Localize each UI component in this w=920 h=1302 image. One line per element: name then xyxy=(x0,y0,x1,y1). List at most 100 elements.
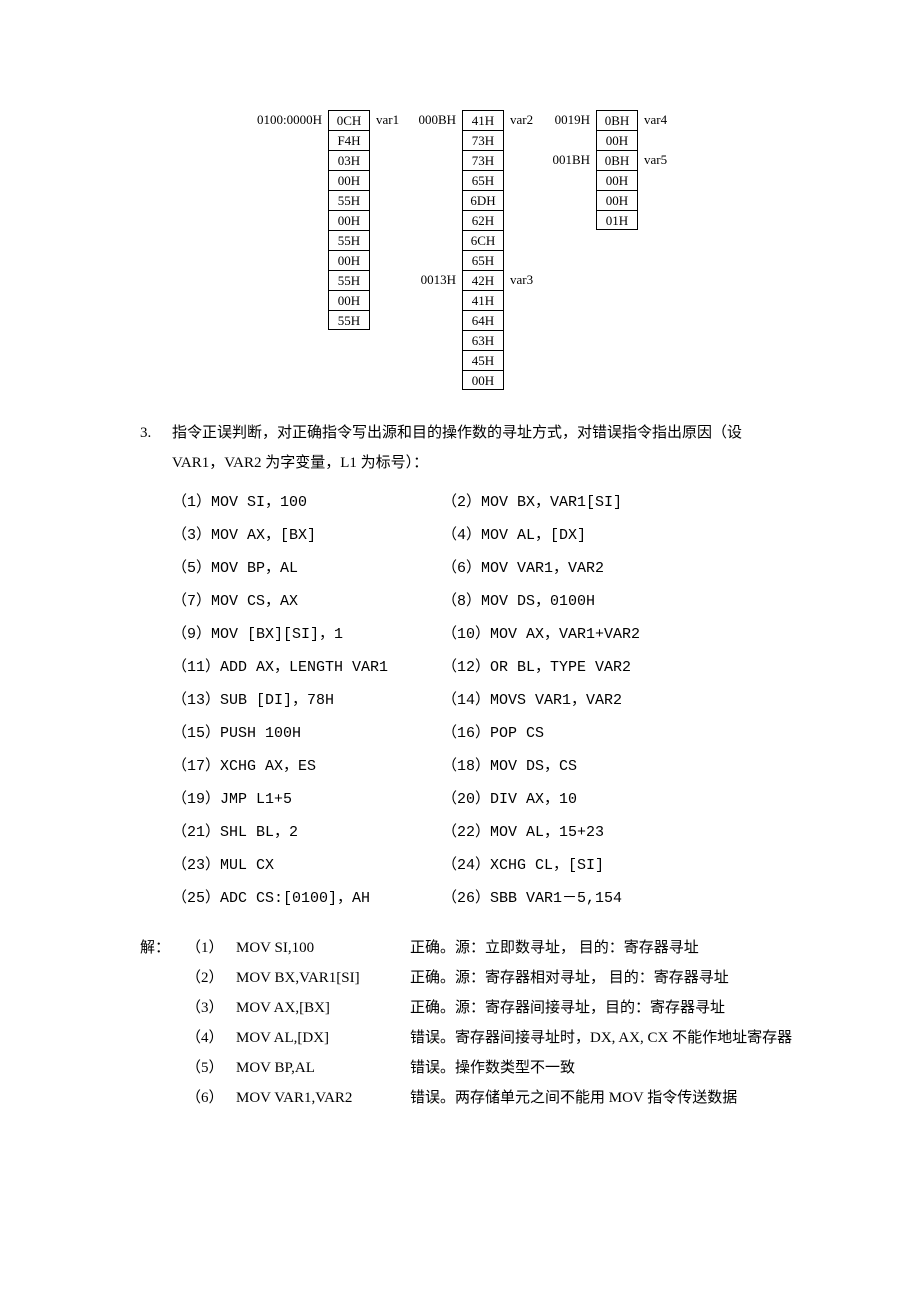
question-row: （13）SUB [DI]，78H（14）MOVS VAR1，VAR2 xyxy=(172,684,820,717)
question-item-left: （25）ADC CS:[0100]，AH xyxy=(172,882,442,915)
answer-description: 正确。源：寄存器间接寻址，目的：寄存器寻址 xyxy=(410,993,820,1023)
mem-cell: 41H xyxy=(462,110,504,130)
question-number: 3. xyxy=(140,418,172,478)
question-items: （1）MOV SI，100（2）MOV BX，VAR1[SI]（3）MOV AX… xyxy=(172,486,820,915)
answer-number: （2） xyxy=(186,963,236,993)
question-item-right: （16）POP CS xyxy=(442,717,820,750)
col2-addr-labels: 000BH 0013H xyxy=(414,110,462,290)
question-row: （25）ADC CS:[0100]，AH（26）SBB VAR1－5,154 xyxy=(172,882,820,915)
answer-instruction: MOV AX,[BX] xyxy=(236,993,410,1023)
col3-addr-labels: 0019H 001BH xyxy=(548,110,596,170)
answer-description: 正确。源：寄存器相对寻址， 目的：寄存器寻址 xyxy=(410,963,820,993)
var3-label: var3 xyxy=(504,270,548,290)
col1-var-labels: var1 xyxy=(370,110,414,130)
answer-row: 解：（1）MOV SI,100正确。源：立即数寻址， 目的：寄存器寻址 xyxy=(140,933,820,963)
mem-cell: 65H xyxy=(462,170,504,190)
col2-var-labels: var2 var3 xyxy=(504,110,548,290)
question-item-left: （1）MOV SI，100 xyxy=(172,486,442,519)
answer-number: （4） xyxy=(186,1023,236,1053)
answer-number: （6） xyxy=(186,1083,236,1113)
answer-instruction: MOV AL,[DX] xyxy=(236,1023,410,1053)
addr-col3-a: 0019H xyxy=(548,110,596,130)
mem-cell: 45H xyxy=(462,350,504,370)
question-item-left: （7）MOV CS，AX xyxy=(172,585,442,618)
mem-cell: 00H xyxy=(596,170,638,190)
mem-cell: 73H xyxy=(462,130,504,150)
mem-cell: 6CH xyxy=(462,230,504,250)
question-item-left: （21）SHL BL，2 xyxy=(172,816,442,849)
var5-label: var5 xyxy=(638,150,682,170)
answer-instruction: MOV BX,VAR1[SI] xyxy=(236,963,410,993)
question-lead-line2: VAR1，VAR2 为字变量，L1 为标号）： xyxy=(172,455,428,471)
question-item-left: （17）XCHG AX，ES xyxy=(172,750,442,783)
question-row: （7）MOV CS，AX（8）MOV DS，0100H xyxy=(172,585,820,618)
question-row: （19）JMP L1+5（20）DIV AX，10 xyxy=(172,783,820,816)
mem-cell: 03H xyxy=(328,150,370,170)
mem-cell: 73H xyxy=(462,150,504,170)
question-item-right: （14）MOVS VAR1，VAR2 xyxy=(442,684,820,717)
question-row: （9）MOV [BX][SI]，1（10）MOV AX，VAR1+VAR2 xyxy=(172,618,820,651)
mem-cell: 00H xyxy=(596,130,638,150)
answer-description: 错误。寄存器间接寻址时，DX, AX, CX 不能作地址寄存器 xyxy=(410,1023,820,1053)
question-item-left: （11）ADD AX，LENGTH VAR1 xyxy=(172,651,442,684)
mem-cell: 0BH xyxy=(596,110,638,130)
question-item-right: （2）MOV BX，VAR1[SI] xyxy=(442,486,820,519)
mem-cell: 41H xyxy=(462,290,504,310)
col1-addr-labels: 0100:0000H xyxy=(238,110,328,130)
answer-row: （3）MOV AX,[BX]正确。源：寄存器间接寻址，目的：寄存器寻址 xyxy=(140,993,820,1023)
question-row: （23）MUL CX（24）XCHG CL，[SI] xyxy=(172,849,820,882)
mem-cell: 65H xyxy=(462,250,504,270)
memory-diagram: 0100:0000H 0CH F4H 03H 00H 55H 00H 55H 0… xyxy=(60,110,860,390)
answer-number: （3） xyxy=(186,993,236,1023)
mem-cell: 62H xyxy=(462,210,504,230)
question-item-right: （6）MOV VAR1，VAR2 xyxy=(442,552,820,585)
question-item-right: （8）MOV DS，0100H xyxy=(442,585,820,618)
question-lead-line1: 指令正误判断，对正确指令写出源和目的操作数的寻址方式，对错误指令指出原因（设 xyxy=(172,425,742,441)
question-item-right: （22）MOV AL，15+23 xyxy=(442,816,820,849)
mem-cell: 64H xyxy=(462,310,504,330)
var4-label: var4 xyxy=(638,110,682,130)
mem-cell: 55H xyxy=(328,190,370,210)
memory-col2: 41H 73H 73H 65H 6DH 62H 6CH 65H 42H 41H … xyxy=(462,110,504,390)
col3-var-labels: var4 var5 xyxy=(638,110,682,170)
answer-instruction: MOV SI,100 xyxy=(236,933,410,963)
question-item-left: （15）PUSH 100H xyxy=(172,717,442,750)
question-row: （3）MOV AX，[BX]（4）MOV AL，[DX] xyxy=(172,519,820,552)
mem-cell: 42H xyxy=(462,270,504,290)
answer-lead xyxy=(140,1083,186,1113)
mem-cell: 00H xyxy=(596,190,638,210)
page-content: 0100:0000H 0CH F4H 03H 00H 55H 00H 55H 0… xyxy=(0,0,920,1153)
mem-cell: 0CH xyxy=(328,110,370,130)
question-item-left: （23）MUL CX xyxy=(172,849,442,882)
answer-lead xyxy=(140,993,186,1023)
answer-lead xyxy=(140,1023,186,1053)
memory-col3: 0BH 00H 0BH 00H 00H 01H xyxy=(596,110,638,230)
question-item-right: （4）MOV AL，[DX] xyxy=(442,519,820,552)
mem-cell: 00H xyxy=(328,250,370,270)
answer-description: 错误。操作数类型不一致 xyxy=(410,1053,820,1083)
answer-description: 错误。两存储单元之间不能用 MOV 指令传送数据 xyxy=(410,1083,820,1113)
mem-cell: 00H xyxy=(328,170,370,190)
answer-instruction: MOV VAR1,VAR2 xyxy=(236,1083,410,1113)
answers-block: 解：（1）MOV SI,100正确。源：立即数寻址， 目的：寄存器寻址（2）MO… xyxy=(140,933,820,1113)
mem-cell: 55H xyxy=(328,270,370,290)
answer-number: （5） xyxy=(186,1053,236,1083)
var2-label: var2 xyxy=(504,110,548,130)
mem-cell: 00H xyxy=(462,370,504,390)
question-row: （11）ADD AX，LENGTH VAR1（12）OR BL，TYPE VAR… xyxy=(172,651,820,684)
var1-label: var1 xyxy=(370,110,414,130)
answer-lead: 解： xyxy=(140,933,186,963)
question-item-left: （5）MOV BP，AL xyxy=(172,552,442,585)
mem-cell: 00H xyxy=(328,290,370,310)
memory-col1: 0CH F4H 03H 00H 55H 00H 55H 00H 55H 00H … xyxy=(328,110,370,330)
mem-cell: 0BH xyxy=(596,150,638,170)
question-item-right: （12）OR BL，TYPE VAR2 xyxy=(442,651,820,684)
answer-instruction: MOV BP,AL xyxy=(236,1053,410,1083)
question-item-left: （3）MOV AX，[BX] xyxy=(172,519,442,552)
answer-row: （2）MOV BX,VAR1[SI]正确。源：寄存器相对寻址， 目的：寄存器寻址 xyxy=(140,963,820,993)
answer-lead xyxy=(140,1053,186,1083)
addr-col1-top: 0100:0000H xyxy=(238,110,328,130)
question-item-right: （26）SBB VAR1－5,154 xyxy=(442,882,820,915)
question-item-left: （13）SUB [DI]，78H xyxy=(172,684,442,717)
answer-description: 正确。源：立即数寻址， 目的：寄存器寻址 xyxy=(410,933,820,963)
